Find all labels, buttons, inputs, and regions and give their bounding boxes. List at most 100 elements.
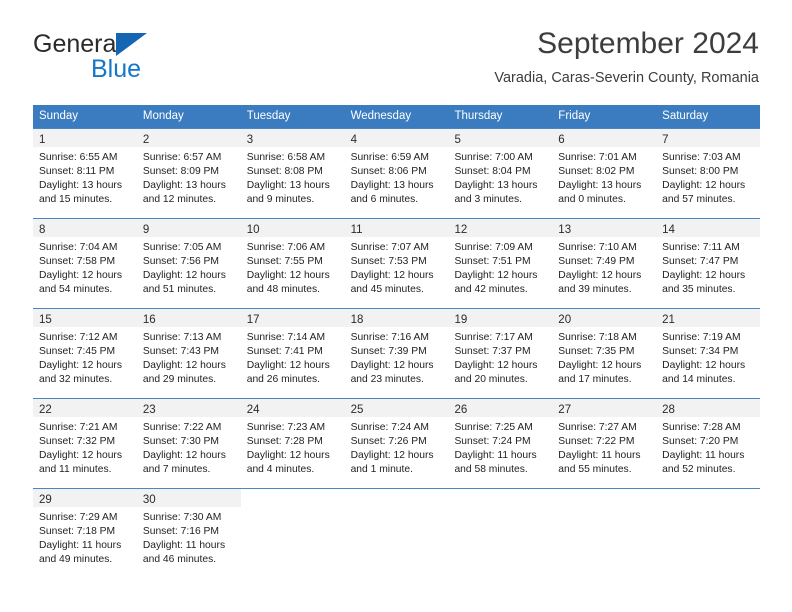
day-cell[interactable]: 9 Sunrise: 7:05 AM Sunset: 7:56 PM Dayli…: [136, 219, 241, 307]
day-cell[interactable]: 23 Sunrise: 7:22 AM Sunset: 7:30 PM Dayl…: [136, 399, 241, 487]
day-cell[interactable]: 22 Sunrise: 7:21 AM Sunset: 7:32 PM Dayl…: [33, 399, 137, 487]
sunset-text: Sunset: 8:02 PM: [558, 166, 635, 177]
day-number-band: 28: [656, 399, 761, 417]
day-info: Sunrise: 7:13 AM Sunset: 7:43 PM Dayligh…: [137, 327, 241, 387]
day-cell[interactable]: 12 Sunrise: 7:09 AM Sunset: 7:51 PM Dayl…: [448, 219, 553, 307]
week-row: 1 Sunrise: 6:55 AM Sunset: 8:11 PM Dayli…: [33, 128, 761, 217]
day-number-band: 11: [344, 219, 449, 237]
sunrise-text: Sunrise: 7:09 AM: [454, 242, 533, 253]
day-cell[interactable]: 17 Sunrise: 7:14 AM Sunset: 7:41 PM Dayl…: [240, 309, 345, 397]
sunrise-text: Sunrise: 6:55 AM: [39, 152, 118, 163]
daylight-text-line1: Daylight: 12 hours: [142, 360, 226, 371]
daylight-text-line1: Daylight: 11 hours: [142, 540, 226, 551]
daylight-text-line1: Daylight: 12 hours: [350, 270, 434, 281]
day-number-band: 7: [656, 129, 761, 147]
sunset-text: Sunset: 7:39 PM: [350, 346, 427, 357]
weekday-header-tuesday: Tuesday: [246, 110, 291, 122]
week-row: 29 Sunrise: 7:29 AM Sunset: 7:18 PM Dayl…: [33, 488, 761, 577]
sunset-text: Sunset: 7:41 PM: [246, 346, 323, 357]
day-cell[interactable]: 29 Sunrise: 7:29 AM Sunset: 7:18 PM Dayl…: [33, 489, 137, 577]
daylight-text-line2: and 39 minutes.: [558, 284, 632, 295]
sunrise-text: Sunrise: 7:25 AM: [454, 422, 533, 433]
sunset-text: Sunset: 8:09 PM: [142, 166, 219, 177]
sunset-text: Sunset: 8:00 PM: [662, 166, 739, 177]
day-number: 5: [454, 134, 461, 146]
day-info: Sunrise: 7:27 AM Sunset: 7:22 PM Dayligh…: [552, 417, 656, 477]
daylight-text-line2: and 6 minutes.: [350, 194, 419, 205]
daylight-text-line1: Daylight: 11 hours: [662, 450, 745, 461]
day-number: 2: [142, 134, 150, 146]
day-number: 17: [246, 314, 260, 326]
day-cell[interactable]: 3 Sunrise: 6:58 AM Sunset: 8:08 PM Dayli…: [240, 129, 345, 217]
day-cell[interactable]: 4 Sunrise: 6:59 AM Sunset: 8:06 PM Dayli…: [344, 129, 449, 217]
day-cell[interactable]: 27 Sunrise: 7:27 AM Sunset: 7:22 PM Dayl…: [552, 399, 657, 487]
sunrise-text: Sunrise: 7:10 AM: [558, 242, 637, 253]
daylight-text-line2: and 58 minutes.: [454, 464, 528, 475]
day-info: Sunrise: 7:30 AM Sunset: 7:16 PM Dayligh…: [137, 507, 241, 567]
day-cell[interactable]: 25 Sunrise: 7:24 AM Sunset: 7:26 PM Dayl…: [344, 399, 449, 487]
day-cell[interactable]: 14 Sunrise: 7:11 AM Sunset: 7:47 PM Dayl…: [656, 219, 761, 307]
sunset-text: Sunset: 7:58 PM: [39, 256, 116, 267]
day-number: 21: [662, 314, 675, 326]
sunrise-text: Sunrise: 7:28 AM: [662, 422, 741, 433]
brand-logo: General Blue: [33, 30, 253, 86]
day-number-band: 3: [240, 129, 345, 147]
day-cell[interactable]: 5 Sunrise: 7:00 AM Sunset: 8:04 PM Dayli…: [448, 129, 553, 217]
day-cell[interactable]: 26 Sunrise: 7:25 AM Sunset: 7:24 PM Dayl…: [448, 399, 553, 487]
sunrise-text: Sunrise: 6:57 AM: [142, 152, 222, 163]
daylight-text-line2: and 1 minute.: [350, 464, 413, 475]
day-cell[interactable]: 15 Sunrise: 7:12 AM Sunset: 7:45 PM Dayl…: [33, 309, 137, 397]
day-cell[interactable]: 21 Sunrise: 7:19 AM Sunset: 7:34 PM Dayl…: [656, 309, 761, 397]
day-info: Sunrise: 6:57 AM Sunset: 8:09 PM Dayligh…: [137, 147, 241, 207]
sunset-text: Sunset: 7:32 PM: [39, 436, 116, 447]
sunrise-text: Sunrise: 6:59 AM: [350, 152, 429, 163]
daylight-text-line2: and 4 minutes.: [246, 464, 315, 475]
day-cell[interactable]: 2 Sunrise: 6:57 AM Sunset: 8:09 PM Dayli…: [136, 129, 241, 217]
daylight-text-line2: and 20 minutes.: [454, 374, 528, 385]
sunrise-text: Sunrise: 7:06 AM: [246, 242, 326, 253]
sunrise-text: Sunrise: 7:19 AM: [662, 332, 741, 343]
day-cell[interactable]: 30 Sunrise: 7:30 AM Sunset: 7:16 PM Dayl…: [136, 489, 241, 577]
daylight-text-line2: and 0 minutes.: [558, 194, 626, 205]
day-cell[interactable]: 11 Sunrise: 7:07 AM Sunset: 7:53 PM Dayl…: [344, 219, 449, 307]
day-number: 9: [142, 224, 150, 236]
day-number: 6: [558, 134, 565, 146]
page-title: September 2024: [537, 27, 759, 60]
sunrise-text: Sunrise: 7:05 AM: [142, 242, 222, 253]
day-number-band: 15: [33, 309, 137, 327]
week-row: 22 Sunrise: 7:21 AM Sunset: 7:32 PM Dayl…: [33, 398, 761, 487]
day-cell[interactable]: 8 Sunrise: 7:04 AM Sunset: 7:58 PM Dayli…: [33, 219, 137, 307]
day-info: Sunrise: 7:17 AM Sunset: 7:37 PM Dayligh…: [448, 327, 552, 387]
sunrise-text: Sunrise: 7:03 AM: [662, 152, 741, 163]
weekday-header-thursday: Thursday: [454, 110, 503, 122]
day-cell[interactable]: 13 Sunrise: 7:10 AM Sunset: 7:49 PM Dayl…: [552, 219, 657, 307]
day-number-band: 29: [33, 489, 137, 507]
weekday-header-monday: Monday: [142, 110, 184, 122]
day-cell[interactable]: 24 Sunrise: 7:23 AM Sunset: 7:28 PM Dayl…: [240, 399, 345, 487]
day-cell[interactable]: 18 Sunrise: 7:16 AM Sunset: 7:39 PM Dayl…: [344, 309, 449, 397]
day-info: Sunrise: 7:29 AM Sunset: 7:18 PM Dayligh…: [33, 507, 137, 567]
sunset-text: Sunset: 7:30 PM: [142, 436, 219, 447]
day-cell[interactable]: 19 Sunrise: 7:17 AM Sunset: 7:37 PM Dayl…: [448, 309, 553, 397]
day-cell[interactable]: 10 Sunrise: 7:06 AM Sunset: 7:55 PM Dayl…: [240, 219, 345, 307]
page-header: General Blue September 2024 Varadia, Car…: [33, 26, 759, 98]
sunset-text: Sunset: 7:34 PM: [662, 346, 739, 357]
daylight-text-line2: and 57 minutes.: [662, 194, 736, 205]
day-number-band: 16: [136, 309, 241, 327]
day-cell[interactable]: 16 Sunrise: 7:13 AM Sunset: 7:43 PM Dayl…: [136, 309, 241, 397]
daylight-text-line1: Daylight: 12 hours: [558, 270, 642, 281]
day-cell[interactable]: 20 Sunrise: 7:18 AM Sunset: 7:35 PM Dayl…: [552, 309, 657, 397]
day-info: Sunrise: 7:05 AM Sunset: 7:56 PM Dayligh…: [137, 237, 241, 297]
calendar-grid: Sunday Monday Tuesday Wednesday Thursday…: [33, 105, 761, 577]
daylight-text-line1: Daylight: 12 hours: [142, 450, 226, 461]
day-cell[interactable]: 1 Sunrise: 6:55 AM Sunset: 8:11 PM Dayli…: [33, 129, 137, 217]
day-number: 18: [350, 314, 364, 326]
day-info: Sunrise: 7:01 AM Sunset: 8:02 PM Dayligh…: [552, 147, 656, 207]
day-cell[interactable]: 7 Sunrise: 7:03 AM Sunset: 8:00 PM Dayli…: [656, 129, 761, 217]
sunset-text: Sunset: 7:16 PM: [142, 526, 219, 537]
sunset-text: Sunset: 8:08 PM: [246, 166, 323, 177]
day-cell[interactable]: 28 Sunrise: 7:28 AM Sunset: 7:20 PM Dayl…: [656, 399, 761, 487]
day-cell[interactable]: 6 Sunrise: 7:01 AM Sunset: 8:02 PM Dayli…: [552, 129, 657, 217]
sunset-text: Sunset: 7:55 PM: [246, 256, 323, 267]
day-info: Sunrise: 7:04 AM Sunset: 7:58 PM Dayligh…: [33, 237, 137, 297]
